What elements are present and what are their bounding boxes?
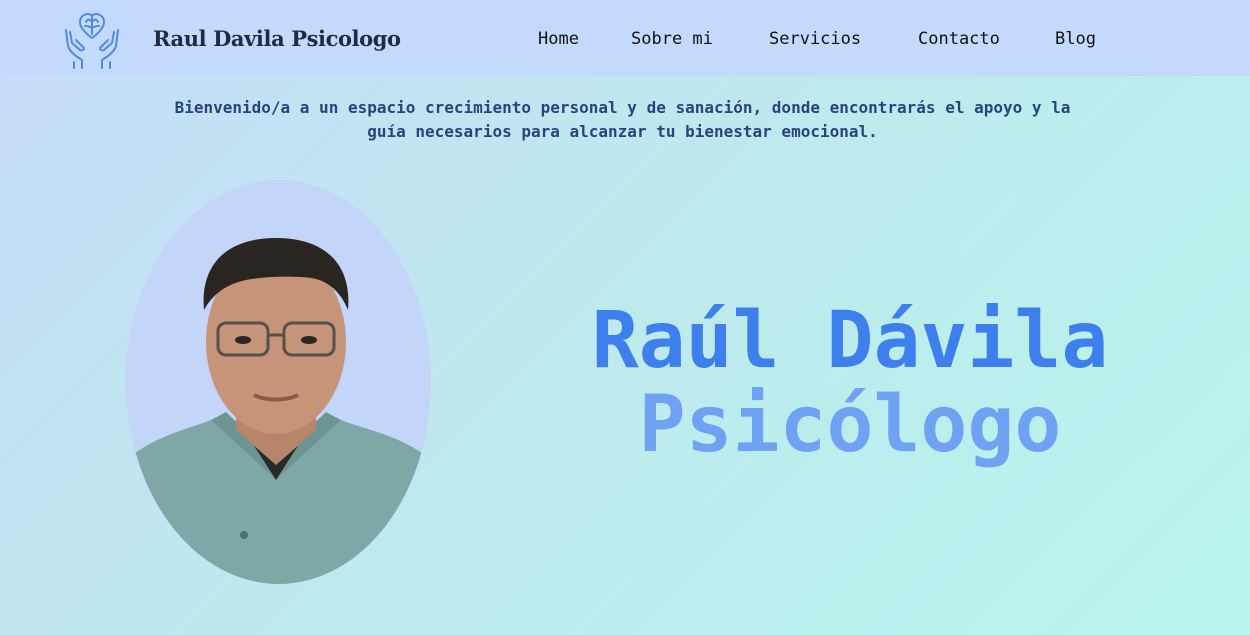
intro-line-1: Bienvenido/a a un espacio crecimiento pe… — [174, 98, 1071, 117]
portrait-photo — [126, 180, 431, 584]
nav-home[interactable]: Home — [538, 29, 579, 49]
intro-text: Bienvenido/a a un espacio crecimiento pe… — [80, 96, 1165, 144]
nav-contacto[interactable]: Contacto — [918, 29, 1000, 49]
main-nav: Home Sobre mi Servicios Contacto Blog — [0, 29, 1250, 55]
site-header: Raul Davila Psicologo Home Sobre mi Serv… — [0, 0, 1250, 76]
nav-sobre-mi[interactable]: Sobre mi — [631, 29, 713, 49]
nav-servicios[interactable]: Servicios — [769, 29, 861, 49]
hero-name: Raúl Dávila — [591, 296, 1109, 386]
hero-role: Psicólogo — [638, 380, 1062, 470]
intro-line-2: guía necesarios para alcanzar tu bienest… — [367, 122, 878, 141]
nav-blog[interactable]: Blog — [1055, 29, 1096, 49]
